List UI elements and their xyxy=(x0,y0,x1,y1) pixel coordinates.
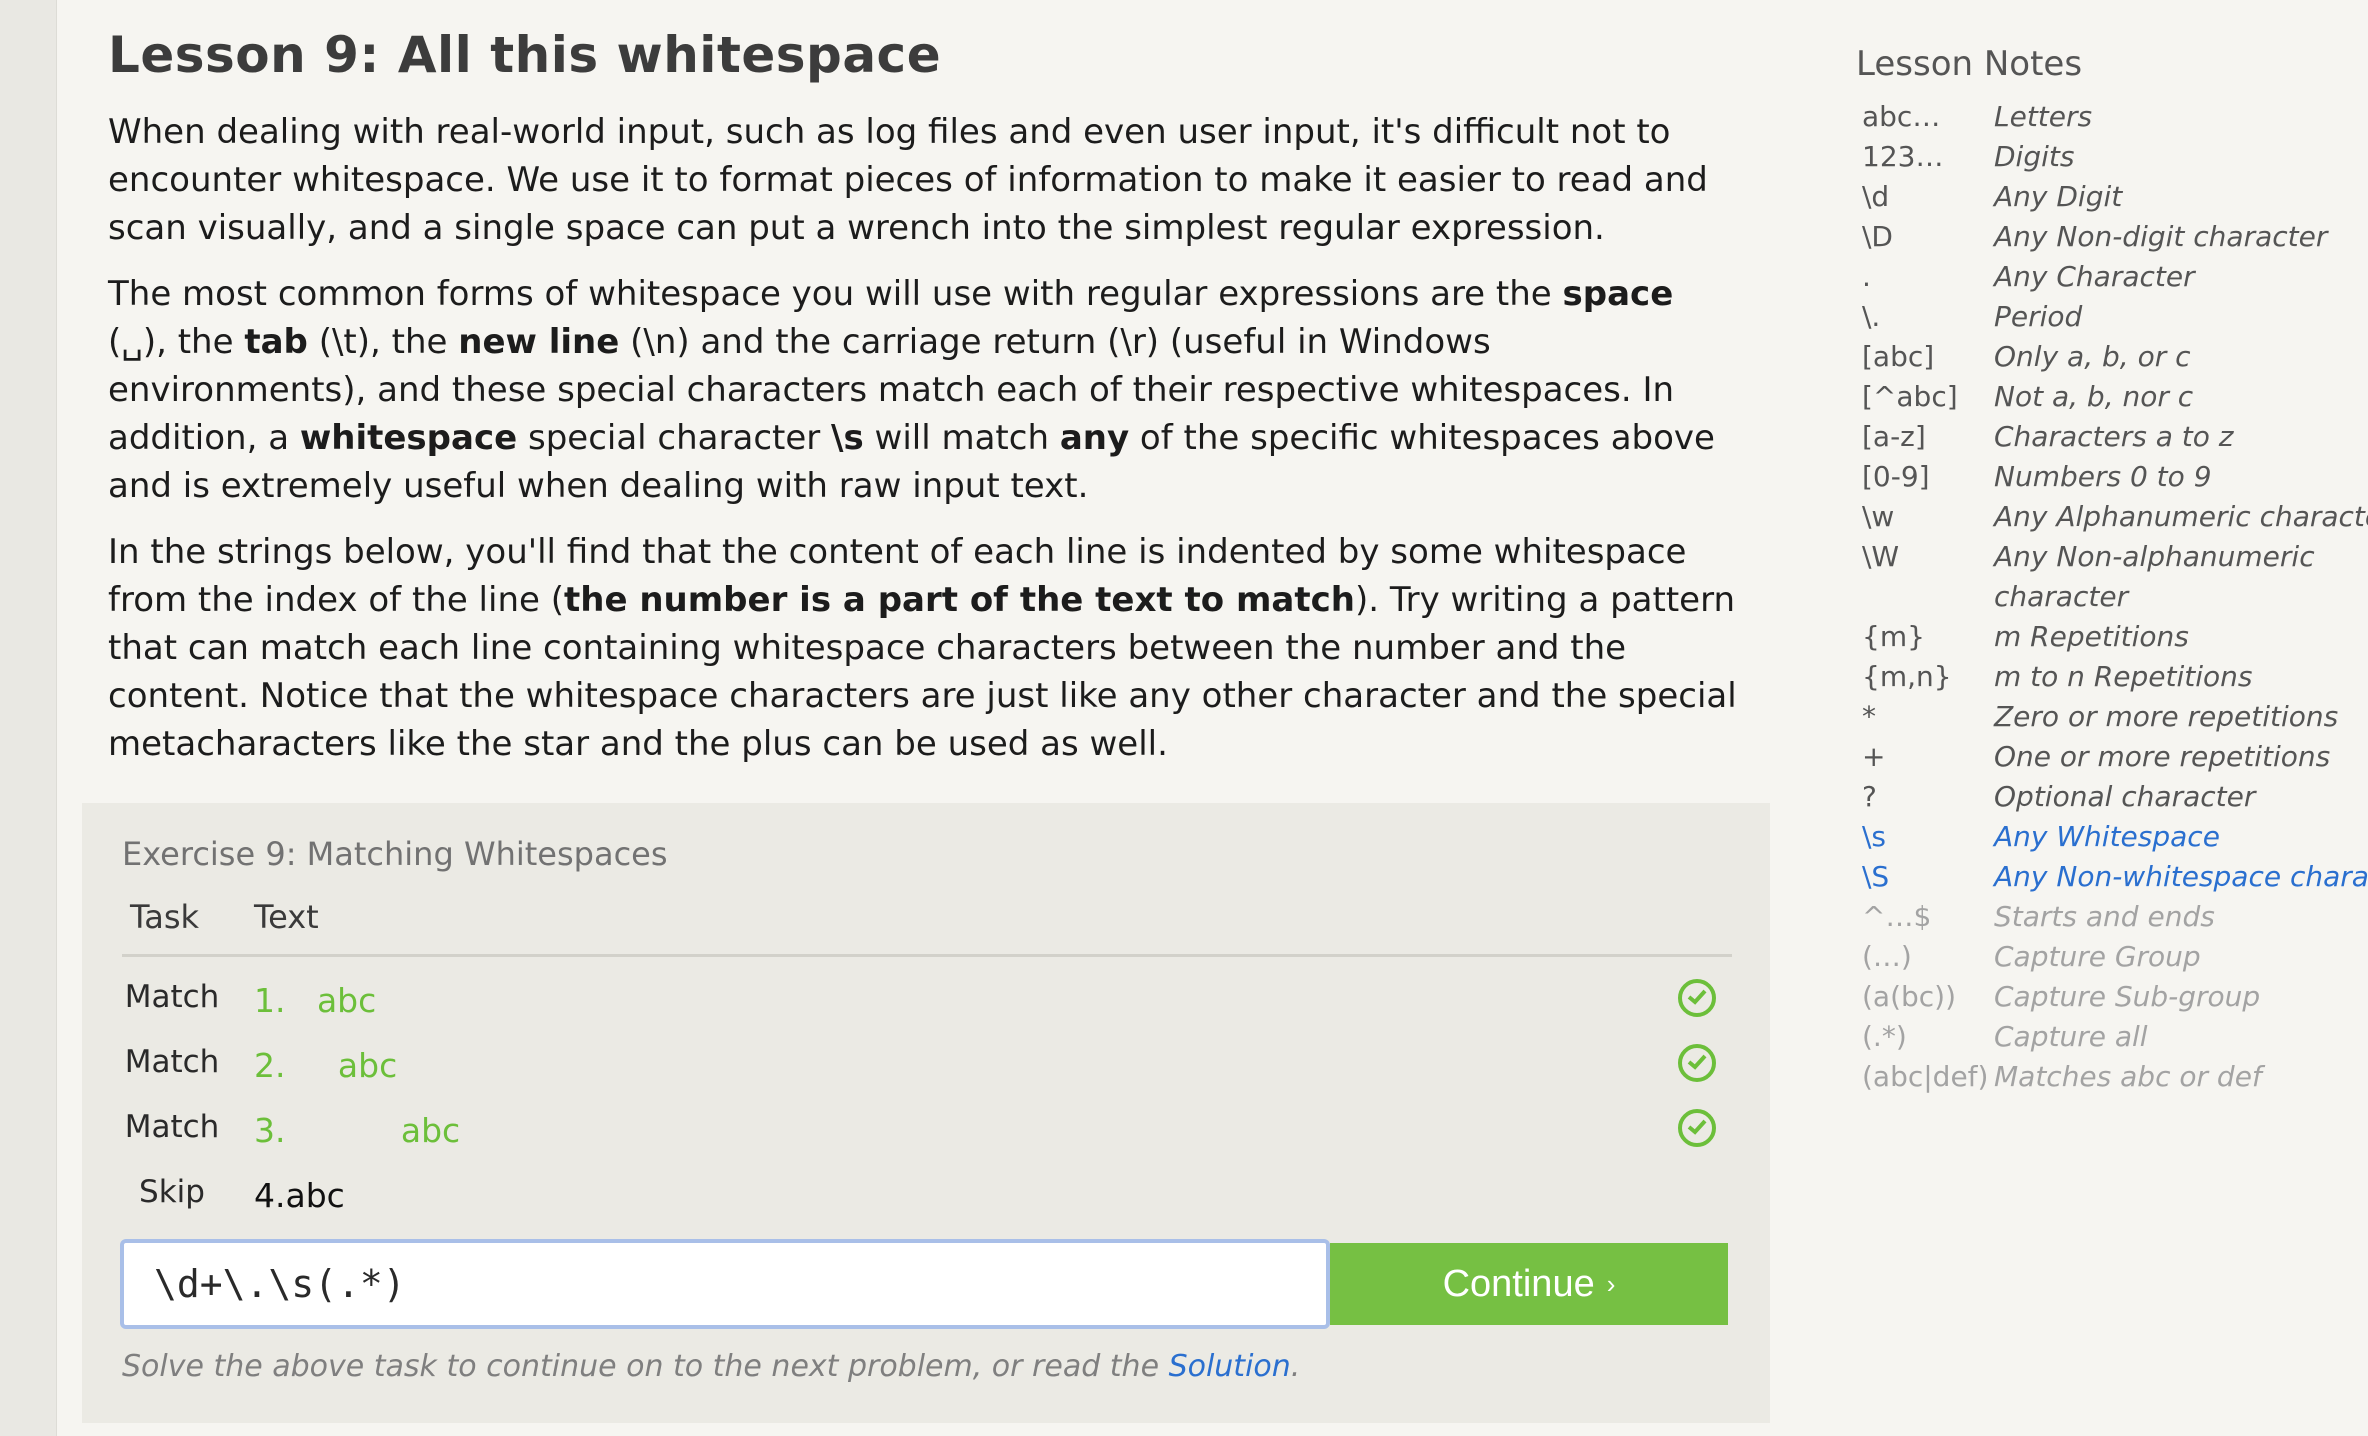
note-item-future: (.*) Capture all xyxy=(1862,1020,2148,1053)
note-item: . Any Character xyxy=(1862,260,2195,293)
note-item-future: (a(bc)) Capture Sub-group xyxy=(1862,980,2261,1013)
solution-link[interactable]: Solution xyxy=(1169,1349,1291,1384)
note-item: 123… Digits xyxy=(1862,140,2075,173)
lesson-notes-sidebar: Lesson Notes abc… Letters 123… Digits \d An… xyxy=(1856,44,2368,1100)
note-item: abc… Letters xyxy=(1862,100,2093,133)
lesson-paragraph-2: The most common forms of whitespace you … xyxy=(108,274,1715,506)
check-circle-icon xyxy=(1678,1044,1716,1082)
table-row: Match 2. abc xyxy=(122,1036,1732,1096)
note-item: \W Any Non-alphanumeric character xyxy=(1862,540,2315,613)
lesson-paragraph-3: In the strings below, you'll find that t… xyxy=(108,532,1737,764)
left-rail xyxy=(0,0,57,1436)
regex-input-wrapper xyxy=(120,1239,1330,1329)
note-item: \. Period xyxy=(1862,300,2083,333)
note-item-current: \SAny Non-whitespace character xyxy=(1862,860,2368,893)
exercise-title: Exercise 9: Matching Whitespaces xyxy=(122,835,668,873)
note-item-current: \s Any Whitespace xyxy=(1862,820,2220,853)
check-circle-icon xyxy=(1678,979,1716,1017)
text-column-header: Text xyxy=(254,898,319,936)
table-row: Skip 4.abc xyxy=(122,1166,1732,1226)
row-text: 1. abc xyxy=(254,981,377,1020)
note-item: \D Any Non-digit character xyxy=(1862,220,2328,253)
note-item: [^abc] Not a, b, nor c xyxy=(1862,380,2194,413)
table-row: Match 1. abc xyxy=(122,971,1732,1031)
note-item: [0-9] Numbers 0 to 9 xyxy=(1862,460,2212,493)
continue-button[interactable]: Continue › xyxy=(1330,1243,1728,1325)
lesson-content: Lesson 9: All this whitespace When deali… xyxy=(108,0,1738,786)
table-row: Match 3. abc xyxy=(122,1101,1732,1161)
task-label: Match xyxy=(124,979,220,1015)
task-column-header: Task xyxy=(130,898,200,936)
lesson-title: Lesson 9: All this whitespace xyxy=(108,26,942,84)
exercise-table-header: Task Text xyxy=(122,898,1732,957)
hint-text: Solve the above task to continue on to t… xyxy=(122,1349,1301,1384)
row-text: 4.abc xyxy=(254,1176,345,1215)
notes-title: Lesson Notes xyxy=(1856,44,2083,84)
note-item: \d Any Digit xyxy=(1862,180,2123,213)
note-item: [a-z] Characters a to z xyxy=(1862,420,2234,453)
check-circle-icon xyxy=(1678,1109,1716,1147)
regex-input[interactable] xyxy=(124,1243,1326,1325)
chevron-right-icon: › xyxy=(1606,1268,1616,1299)
note-item: * Zero or more repetitions xyxy=(1862,700,2339,733)
note-item: {m} m Repetitions xyxy=(1862,620,2189,653)
row-text: 3. abc xyxy=(254,1111,461,1150)
note-item: + One or more repetitions xyxy=(1862,740,2331,773)
task-label: Match xyxy=(124,1109,220,1145)
task-label: Skip xyxy=(139,1174,205,1210)
note-item-future: (abc|def) Matches abc or def xyxy=(1862,1060,2262,1093)
continue-label: Continue xyxy=(1442,1262,1595,1305)
note-item-future: (…) Capture Group xyxy=(1862,940,2201,973)
row-text: 2. abc xyxy=(254,1046,398,1085)
note-item: ? Optional character xyxy=(1862,780,2256,813)
lesson-paragraph-1: When dealing with real-world input, such… xyxy=(108,112,1708,248)
exercise-panel: Exercise 9: Matching Whitespaces Task Te… xyxy=(82,803,1770,1423)
note-item: \w Any Alphanumeric character xyxy=(1862,500,2368,533)
task-label: Match xyxy=(124,1044,220,1080)
note-item: [abc] Only a, b, or c xyxy=(1862,340,2191,373)
note-item-future: ^…$ Starts and ends xyxy=(1862,900,2215,933)
note-item: {m,n} m to n Repetitions xyxy=(1862,660,2253,693)
